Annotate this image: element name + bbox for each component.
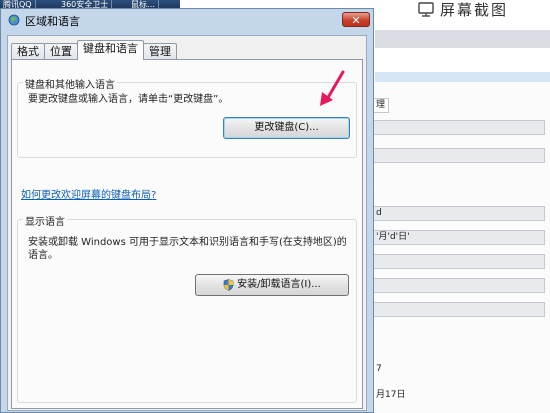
display-language-description: 安装或卸载 Windows 可用于显示文本和识别语言和手写(在支持地区)的语言。 <box>28 237 347 261</box>
background-field <box>373 148 545 163</box>
background-field <box>373 278 545 293</box>
monitor-icon <box>418 1 434 17</box>
dialog-client: 格式 位置 键盘和语言 管理 键盘和其他输入语言 要更改键盘或输入语言，请单击“… <box>7 35 367 411</box>
keyboard-group-title: 键盘和其他输入语言 <box>23 76 117 91</box>
change-keyboard-button[interactable]: 更改键盘(C)... <box>223 117 350 139</box>
tab-administrative[interactable]: 管理 <box>143 43 177 60</box>
background-field <box>373 120 545 135</box>
keyboard-group: 键盘和其他输入语言 要更改键盘或输入语言，请单击“更改键盘”。 更改键盘(C).… <box>17 76 357 158</box>
background-text: 月17日 <box>376 390 406 400</box>
background-header <box>375 72 550 82</box>
annotation-arrow-icon <box>320 70 345 106</box>
region-language-dialog: 区域和语言 ✕ 格式 位置 键盘和语言 管理 键盘和其他输入语言 要更改键盘或输… <box>0 8 374 413</box>
title-bar[interactable]: 区域和语言 ✕ <box>1 9 373 31</box>
tab-panel: 键盘和其他输入语言 要更改键盘或输入语言，请单击“更改键盘”。 更改键盘(C).… <box>11 59 363 409</box>
install-uninstall-label: 安装/卸载语言(I)... <box>237 279 321 290</box>
display-language-group: 显示语言 安装或卸载 Windows 可用于显示文本和识别语言和手写(在支持地区… <box>17 213 357 403</box>
tab-location[interactable]: 位置 <box>44 43 78 60</box>
uac-shield-icon <box>223 279 234 291</box>
background-field: '月'd'日' <box>373 230 545 245</box>
background-panel: 理 d '月'd'日' 7 月17日 <box>373 82 550 413</box>
install-uninstall-languages-button[interactable]: 安装/卸载语言(I)... <box>195 274 349 296</box>
close-button[interactable]: ✕ <box>342 12 370 27</box>
capture-text: 屏幕截图 <box>440 0 509 19</box>
background-field: d <box>373 206 545 221</box>
background-field <box>373 254 545 269</box>
background-field <box>373 302 545 317</box>
background-text: 7 <box>376 364 382 374</box>
background-toolbar <box>375 30 550 48</box>
background-field: 理 <box>373 98 389 113</box>
dialog-title: 区域和语言 <box>25 15 80 28</box>
welcome-screen-keyboard-help-link[interactable]: 如何更改欢迎屏幕的键盘布局? <box>21 186 156 201</box>
tab-strip: 格式 位置 键盘和语言 管理 <box>11 40 177 60</box>
tab-keyboard-language[interactable]: 键盘和语言 <box>77 40 144 60</box>
keyboard-description: 要更改键盘或输入语言，请单击“更改键盘”。 <box>28 94 229 105</box>
display-language-group-title: 显示语言 <box>23 213 67 228</box>
capture-label: 屏幕截图 <box>418 0 509 19</box>
region-globe-icon <box>8 14 20 26</box>
tab-format[interactable]: 格式 <box>11 43 45 60</box>
